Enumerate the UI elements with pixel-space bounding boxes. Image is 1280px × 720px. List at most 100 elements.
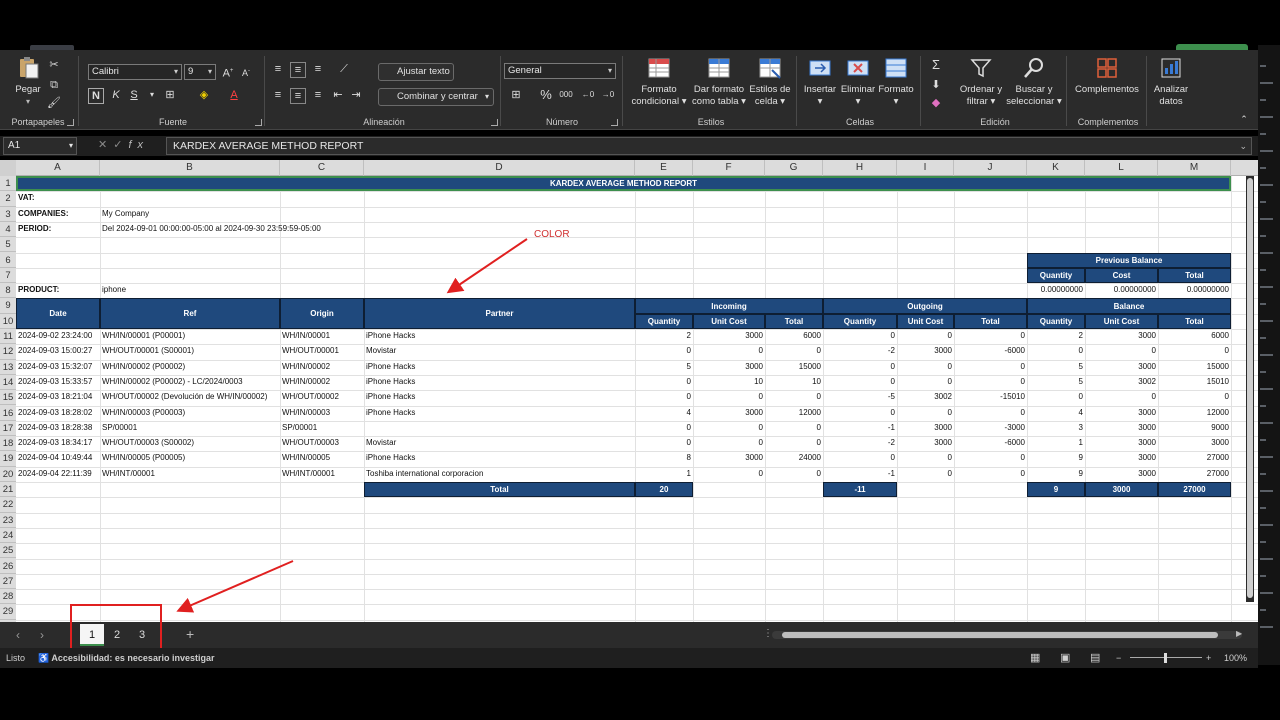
row-header-15[interactable]: 15 (0, 390, 16, 406)
table-cell[interactable]: WH/INT/00001 (280, 467, 364, 482)
table-cell[interactable]: 2024-09-04 10:49:44 (16, 451, 100, 466)
font-color-icon[interactable]: A (226, 88, 242, 102)
row-header-28[interactable]: 28 (0, 589, 16, 605)
table-cell[interactable]: 15000 (1158, 360, 1231, 375)
table-cell[interactable]: Movistar (364, 436, 635, 451)
row-header-3[interactable]: 3 (0, 207, 16, 222)
table-cell[interactable]: 0 (954, 375, 1027, 390)
column-header-h[interactable]: H (823, 160, 897, 176)
table-cell[interactable]: 0 (1027, 390, 1085, 405)
table-cell[interactable]: 0 (693, 436, 765, 451)
table-cell[interactable]: 0 (635, 390, 693, 405)
table-cell[interactable]: SP/00001 (100, 421, 280, 436)
table-cell[interactable]: 0 (897, 329, 954, 344)
table-cell[interactable]: 0 (765, 390, 823, 405)
percent-button[interactable]: % (538, 88, 554, 102)
total-subheader[interactable]: Total (765, 313, 823, 329)
zoom-level[interactable]: 100% (1224, 648, 1247, 668)
page-break-icon[interactable]: ▤ (1090, 648, 1100, 668)
table-cell[interactable]: WH/OUT/00002 (280, 390, 364, 405)
table-cell[interactable]: 0 (693, 390, 765, 405)
table-cell[interactable]: 0 (897, 360, 954, 375)
column-header-e[interactable]: E (635, 160, 693, 176)
table-cell[interactable]: 3002 (897, 390, 954, 405)
row-header-1[interactable]: 1 (0, 176, 16, 192)
clipboard-launcher-icon[interactable] (67, 119, 74, 126)
column-header-b[interactable]: B (100, 160, 280, 176)
addins-button[interactable]: Complementos (1072, 56, 1142, 96)
borders-icon[interactable]: ⊞ (162, 88, 178, 102)
align-right-icon[interactable]: ≡ (310, 88, 326, 102)
unit-cost-subheader[interactable]: Unit Cost (693, 313, 765, 329)
row-header-9[interactable]: 9 (0, 298, 16, 314)
table-cell[interactable]: 6000 (1158, 329, 1231, 344)
table-cell[interactable]: -2 (823, 344, 897, 359)
table-cell[interactable]: iPhone Hacks (364, 329, 635, 344)
table-cell[interactable]: 3000 (1085, 360, 1158, 375)
table-cell[interactable]: 3000 (693, 329, 765, 344)
table-cell[interactable] (364, 421, 635, 436)
table-cell[interactable]: 6000 (765, 329, 823, 344)
table-cell[interactable]: 0 (954, 360, 1027, 375)
table-cell[interactable]: 0 (897, 467, 954, 482)
table-cell[interactable]: 2024-09-03 15:32:07 (16, 360, 100, 375)
companies-label[interactable]: COMPANIES: (16, 207, 100, 222)
bold-button[interactable]: N (88, 88, 104, 104)
formula-input[interactable]: KARDEX AVERAGE METHOD REPORT ⌄ (166, 137, 1252, 155)
total-subheader[interactable]: Total (954, 313, 1027, 329)
font-launcher-icon[interactable] (255, 119, 262, 126)
accessibility-status[interactable]: ♿ Accesibilidad: es necesario investigar (38, 648, 214, 668)
total-incoming-qty[interactable]: 20 (635, 482, 693, 498)
table-cell[interactable]: 0 (823, 329, 897, 344)
column-header-a[interactable]: A (16, 160, 100, 176)
table-cell[interactable]: 5 (1027, 375, 1085, 390)
table-cell[interactable]: 3000 (693, 360, 765, 375)
paste-button[interactable]: Pegar ▾ (10, 56, 46, 108)
row-header-14[interactable]: 14 (0, 375, 16, 391)
chevron-down-icon[interactable]: ▾ (144, 88, 160, 102)
table-cell[interactable]: 3000 (1158, 436, 1231, 451)
row-header-6[interactable]: 6 (0, 253, 16, 268)
scroll-thumb[interactable] (1247, 178, 1253, 598)
table-cell[interactable]: 3000 (1085, 451, 1158, 466)
analyze-data-button[interactable]: Analizar datos (1150, 56, 1192, 108)
horizontal-scrollbar[interactable] (772, 631, 1242, 639)
balance-header[interactable]: Balance (1027, 298, 1231, 314)
decrease-font-icon[interactable]: A- (238, 64, 254, 80)
align-bottom-icon[interactable]: ≡ (310, 62, 326, 76)
table-cell[interactable]: 3000 (897, 421, 954, 436)
table-cell[interactable]: WH/IN/00003 (280, 406, 364, 421)
table-cell[interactable]: Toshiba international corporacion (364, 467, 635, 482)
table-cell[interactable]: 0 (823, 406, 897, 421)
table-cell[interactable]: 27000 (1158, 467, 1231, 482)
table-cell[interactable]: iPhone Hacks (364, 406, 635, 421)
table-cell[interactable]: 2024-09-03 18:34:17 (16, 436, 100, 451)
table-cell[interactable]: WH/OUT/00002 (Devolución de WH/IN/00002) (100, 390, 280, 405)
row-header-29[interactable]: 29 (0, 604, 16, 620)
table-cell[interactable]: WH/IN/00005 (P00005) (100, 451, 280, 466)
orientation-icon[interactable]: ⟋ (336, 62, 352, 76)
table-cell[interactable]: iPhone Hacks (364, 360, 635, 375)
scroll-thumb[interactable] (782, 632, 1218, 638)
copy-icon[interactable]: ⧉ (46, 78, 62, 92)
period-label[interactable]: PERIOD: (16, 222, 100, 237)
table-cell[interactable]: 5 (635, 360, 693, 375)
scroll-right-icon[interactable]: ▶ (1236, 629, 1242, 638)
table-cell[interactable]: 10 (693, 375, 765, 390)
table-cell[interactable]: 9000 (1158, 421, 1231, 436)
cancel-icon[interactable]: ✕ (98, 139, 113, 151)
previous-balance-header[interactable]: Previous Balance (1027, 252, 1231, 268)
currency-icon[interactable]: ⊞ (508, 88, 524, 102)
table-cell[interactable]: 2024-09-03 18:28:38 (16, 421, 100, 436)
table-cell[interactable]: iPhone Hacks (364, 375, 635, 390)
table-cell[interactable]: 2024-09-03 18:21:04 (16, 390, 100, 405)
table-cell[interactable]: 2 (1027, 329, 1085, 344)
format-painter-icon[interactable]: 🖌 (46, 96, 62, 110)
table-cell[interactable]: 0 (693, 467, 765, 482)
table-cell[interactable]: 0 (823, 451, 897, 466)
table-cell[interactable]: WH/OUT/00003 (S00002) (100, 436, 280, 451)
origin-header[interactable]: Origin (280, 298, 364, 329)
table-cell[interactable]: 8 (635, 451, 693, 466)
table-cell[interactable]: Movistar (364, 344, 635, 359)
fill-color-icon[interactable]: ◈ (196, 88, 212, 102)
